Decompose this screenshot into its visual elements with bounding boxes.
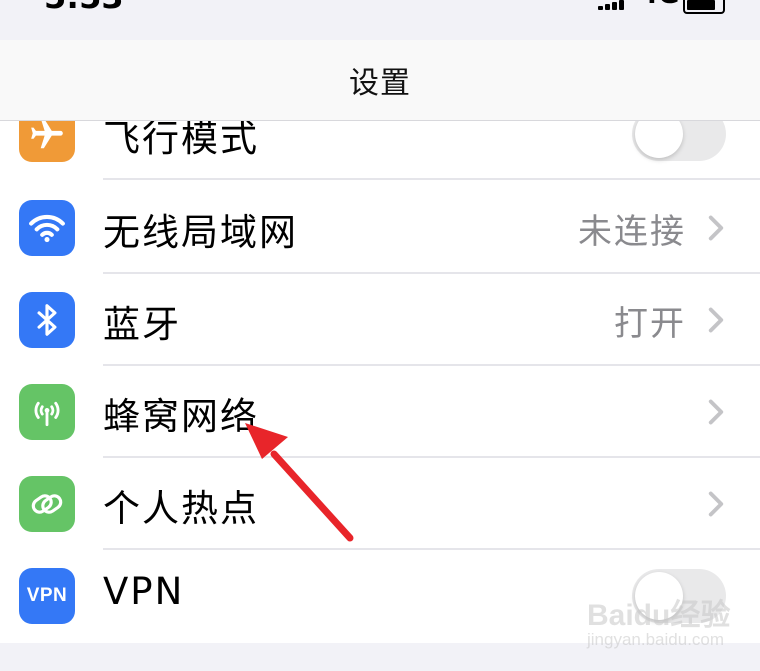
personal-hotspot-icon <box>19 476 75 532</box>
settings-row-bluetooth[interactable]: 蓝牙 打开 <box>0 274 760 366</box>
settings-row-wifi[interactable]: 无线局域网 未连接 <box>0 182 760 274</box>
bluetooth-icon <box>19 292 75 348</box>
status-bar: 5:53 4G <box>0 0 760 40</box>
page-title: 设置 <box>349 66 411 101</box>
settings-row-label: 蓝牙 <box>103 303 181 346</box>
network-type-label: 4G <box>640 0 679 10</box>
battery-icon <box>683 0 725 14</box>
settings-row-airplane-mode[interactable]: 飞行模式 <box>0 121 760 180</box>
navigation-bar: 设置 <box>0 40 760 121</box>
annotation-arrow-icon <box>245 423 354 542</box>
settings-row-label: 飞行模式 <box>103 121 259 160</box>
cellular-antenna-icon <box>19 384 75 440</box>
chevron-right-icon <box>708 491 724 517</box>
status-time: 5:53 <box>44 0 124 16</box>
airplane-mode-toggle[interactable] <box>632 121 726 161</box>
settings-row-personal-hotspot[interactable]: 个人热点 <box>0 458 760 550</box>
row-divider <box>103 178 760 180</box>
watermark-url: jingyan.baidu.com <box>587 630 725 649</box>
chevron-right-icon <box>708 307 724 333</box>
settings-row-label: 个人热点 <box>103 487 259 530</box>
settings-list: 飞行模式 无线局域网 未连接 蓝牙 打开 蜂窝网络 个人热点 VPN VPN <box>0 121 760 643</box>
toggle-knob <box>635 121 683 158</box>
settings-row-cellular[interactable]: 蜂窝网络 <box>0 366 760 458</box>
signal-strength-icon <box>598 0 626 10</box>
watermark: Baidu经验 jingyan.baidu.com <box>585 588 755 668</box>
settings-row-value: 未连接 <box>578 212 686 252</box>
settings-row-value: 打开 <box>614 304 686 344</box>
vpn-icon-text: VPN <box>26 585 68 606</box>
watermark-brand: Baidu经验 <box>587 599 731 632</box>
vpn-icon: VPN <box>19 568 75 624</box>
chevron-right-icon <box>708 399 724 425</box>
settings-row-label: 蜂窝网络 <box>103 395 259 438</box>
chevron-right-icon <box>708 215 724 241</box>
wifi-icon <box>19 200 75 256</box>
settings-row-label: VPN <box>103 570 185 613</box>
airplane-icon <box>19 121 75 162</box>
settings-row-label: 无线局域网 <box>103 211 298 254</box>
